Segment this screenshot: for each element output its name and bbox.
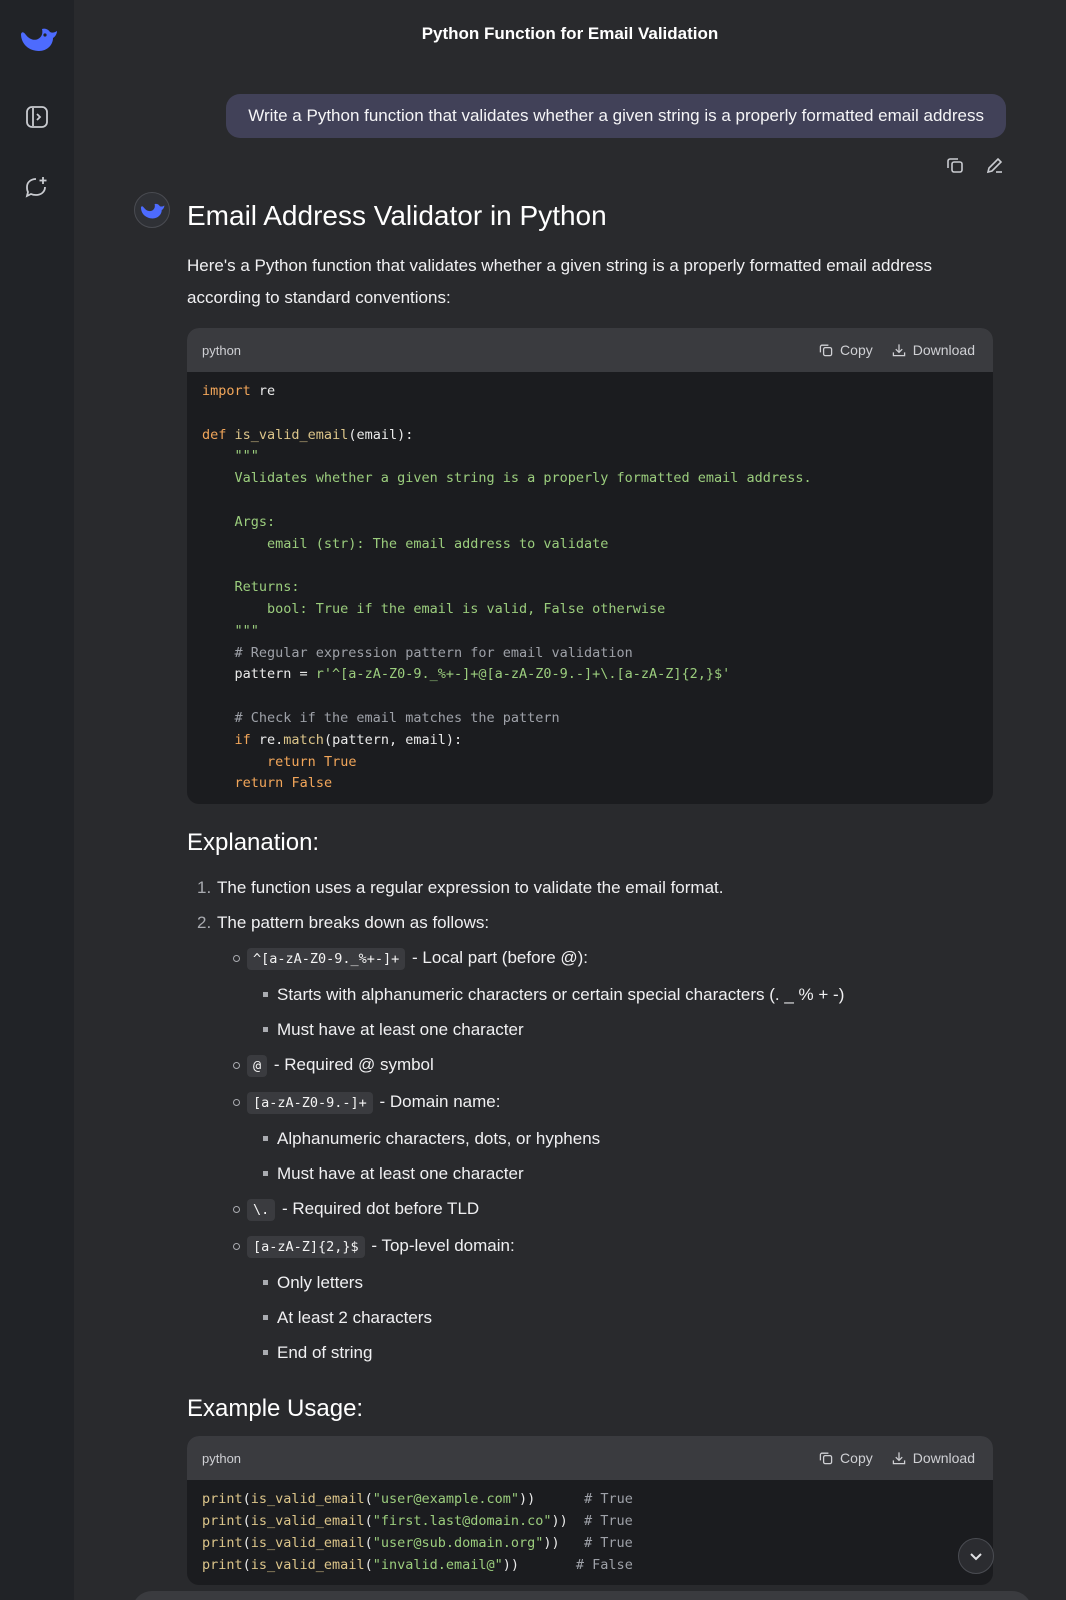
pattern-part-desc: - Top-level domain: bbox=[366, 1236, 515, 1256]
copy-icon[interactable] bbox=[944, 154, 966, 176]
list-item: Alphanumeric characters, dots, or hyphen… bbox=[247, 1121, 993, 1156]
deepseek-whale-icon bbox=[140, 203, 165, 219]
pattern-part-item: [a-zA-Z0-9.-]+ - Domain name: Alphanumeri… bbox=[217, 1084, 993, 1191]
copy-label: Copy bbox=[840, 1450, 873, 1467]
pattern-detail-list: Alphanumeric characters, dots, or hyphen… bbox=[247, 1121, 993, 1191]
download-label: Download bbox=[912, 342, 975, 358]
list-item: Must have at least one character bbox=[247, 1156, 993, 1191]
copy-code-button[interactable]: Copy bbox=[818, 342, 873, 358]
pattern-part-desc: - Required @ symbol bbox=[269, 1055, 434, 1075]
chat-main: Python Function for Email Validation Wri… bbox=[74, 0, 1066, 1600]
sidebar bbox=[0, 0, 74, 1600]
chevron-down-icon bbox=[970, 1553, 982, 1561]
chat-title: Python Function for Email Validation bbox=[421, 24, 719, 43]
answer-heading: Email Address Validator in Python bbox=[187, 200, 607, 231]
list-item: 2. The pattern breaks down as follows: ^[… bbox=[187, 905, 993, 1370]
list-item-text: The function uses a regular expression t… bbox=[217, 878, 724, 898]
inline-code: \. bbox=[247, 1199, 276, 1222]
code-block-header: python Copy Download bbox=[187, 1436, 993, 1481]
code-language: python bbox=[202, 1450, 242, 1466]
pattern-part-item: [a-zA-Z]{2,}$ - Top-level domain: Only le… bbox=[217, 1228, 993, 1370]
pattern-parts-list: ^[a-zA-Z0-9._%+-]+ - Local part (before … bbox=[217, 940, 993, 1370]
inline-code: [a-zA-Z]{2,}$ bbox=[247, 1236, 365, 1259]
copy-icon bbox=[819, 344, 833, 357]
inline-code: @ bbox=[247, 1055, 268, 1078]
assistant-answer: Email Address Validator in Python Here's… bbox=[187, 196, 993, 1586]
pattern-part-item: \. - Required dot before TLD bbox=[217, 1191, 993, 1228]
inline-code: ^[a-zA-Z0-9._%+-]+ bbox=[247, 948, 406, 971]
download-code-button[interactable]: Download bbox=[891, 1450, 975, 1466]
list-item-text: The pattern breaks down as follows: bbox=[217, 913, 490, 933]
message-input-box[interactable] bbox=[132, 1591, 1032, 1600]
scroll-down-button[interactable] bbox=[958, 1538, 994, 1574]
code-block-definition: python Copy Download import re def is_va… bbox=[187, 328, 993, 805]
copy-code-button[interactable]: Copy bbox=[818, 1450, 873, 1466]
pattern-part-item: ^[a-zA-Z0-9._%+-]+ - Local part (before … bbox=[217, 940, 993, 1047]
answer-intro: Here's a Python function that validates … bbox=[187, 256, 933, 307]
copy-label: Copy bbox=[840, 342, 873, 358]
download-icon bbox=[892, 1452, 905, 1465]
code-content: import re def is_valid_email(email): """… bbox=[202, 383, 812, 792]
edit-icon[interactable] bbox=[984, 154, 1006, 176]
download-icon bbox=[892, 344, 905, 357]
list-item: 1. The function uses a regular expression… bbox=[197, 878, 724, 898]
code-content: print(is_valid_email("user@example.com")… bbox=[202, 1491, 633, 1573]
user-message: Write a Python function that validates w… bbox=[226, 94, 1006, 138]
download-code-button[interactable]: Download bbox=[891, 342, 975, 358]
example-heading: Example Usage: bbox=[187, 1395, 364, 1423]
pattern-part-desc: - Local part (before @): bbox=[407, 948, 589, 968]
pattern-part-item: @ - Required @ symbol bbox=[217, 1047, 993, 1084]
copy-icon bbox=[819, 1452, 833, 1465]
pattern-part-desc: - Required dot before TLD bbox=[277, 1199, 480, 1219]
new-chat-icon[interactable] bbox=[22, 172, 52, 202]
code-block-example: python Copy Download print(is_valid_emai… bbox=[187, 1436, 993, 1586]
download-label: Download bbox=[912, 1450, 975, 1467]
inline-code: [a-zA-Z0-9.-]+ bbox=[247, 1092, 373, 1115]
pattern-detail-list: Only letters At least 2 characters End of … bbox=[247, 1265, 993, 1370]
pattern-detail-list: Starts with alphanumeric characters or c… bbox=[247, 977, 993, 1047]
list-item: Only letters bbox=[247, 1265, 993, 1300]
assistant-avatar bbox=[134, 192, 170, 228]
explanation-heading: Explanation: bbox=[187, 829, 320, 857]
user-message-actions bbox=[944, 154, 1006, 176]
list-item: End of string bbox=[247, 1335, 993, 1370]
list-item: Starts with alphanumeric characters or c… bbox=[247, 977, 993, 1012]
deepseek-whale-icon[interactable] bbox=[18, 22, 58, 54]
pattern-part-desc: - Domain name: bbox=[374, 1092, 501, 1112]
code-block-header: python Copy Download bbox=[187, 328, 993, 372]
explanation-list: 1. The function uses a regular expression… bbox=[187, 870, 993, 1370]
list-item: At least 2 characters bbox=[247, 1300, 993, 1335]
list-item: Must have at least one character bbox=[247, 1012, 993, 1047]
sidebar-toggle-icon[interactable] bbox=[22, 102, 52, 132]
code-language: python bbox=[202, 342, 242, 358]
